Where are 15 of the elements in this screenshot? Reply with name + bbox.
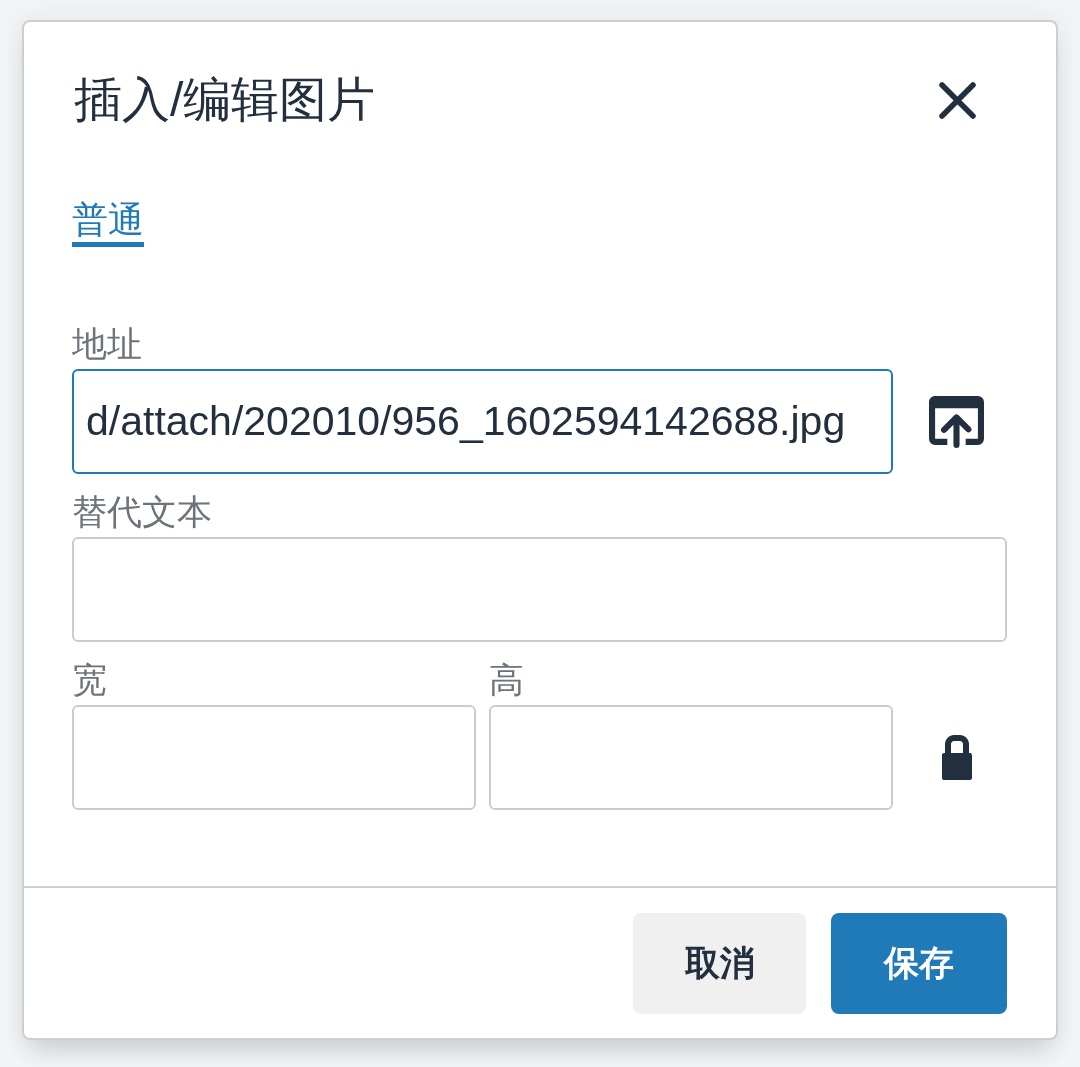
field-label: 高 (489, 659, 524, 701)
dialog-title: 插入/编辑图片 (74, 72, 376, 128)
upload-icon[interactable] (928, 395, 984, 448)
url-field[interactable]: d/attach/202010/956_1602594142688.jpg (72, 369, 893, 474)
field-label: 替代文本 (72, 491, 212, 533)
alt-text-field[interactable] (72, 537, 1007, 642)
tab[interactable]: 普通 (72, 198, 144, 247)
field-label: 宽 (72, 659, 107, 701)
height-field[interactable] (489, 705, 893, 810)
field-label: 地址 (72, 323, 142, 365)
close-icon[interactable] (938, 81, 976, 119)
lock-icon[interactable] (942, 735, 972, 780)
width-field[interactable] (72, 705, 476, 810)
save-button[interactable]: 保存 (831, 913, 1007, 1014)
cancel-button[interactable]: 取消 (633, 913, 806, 1014)
